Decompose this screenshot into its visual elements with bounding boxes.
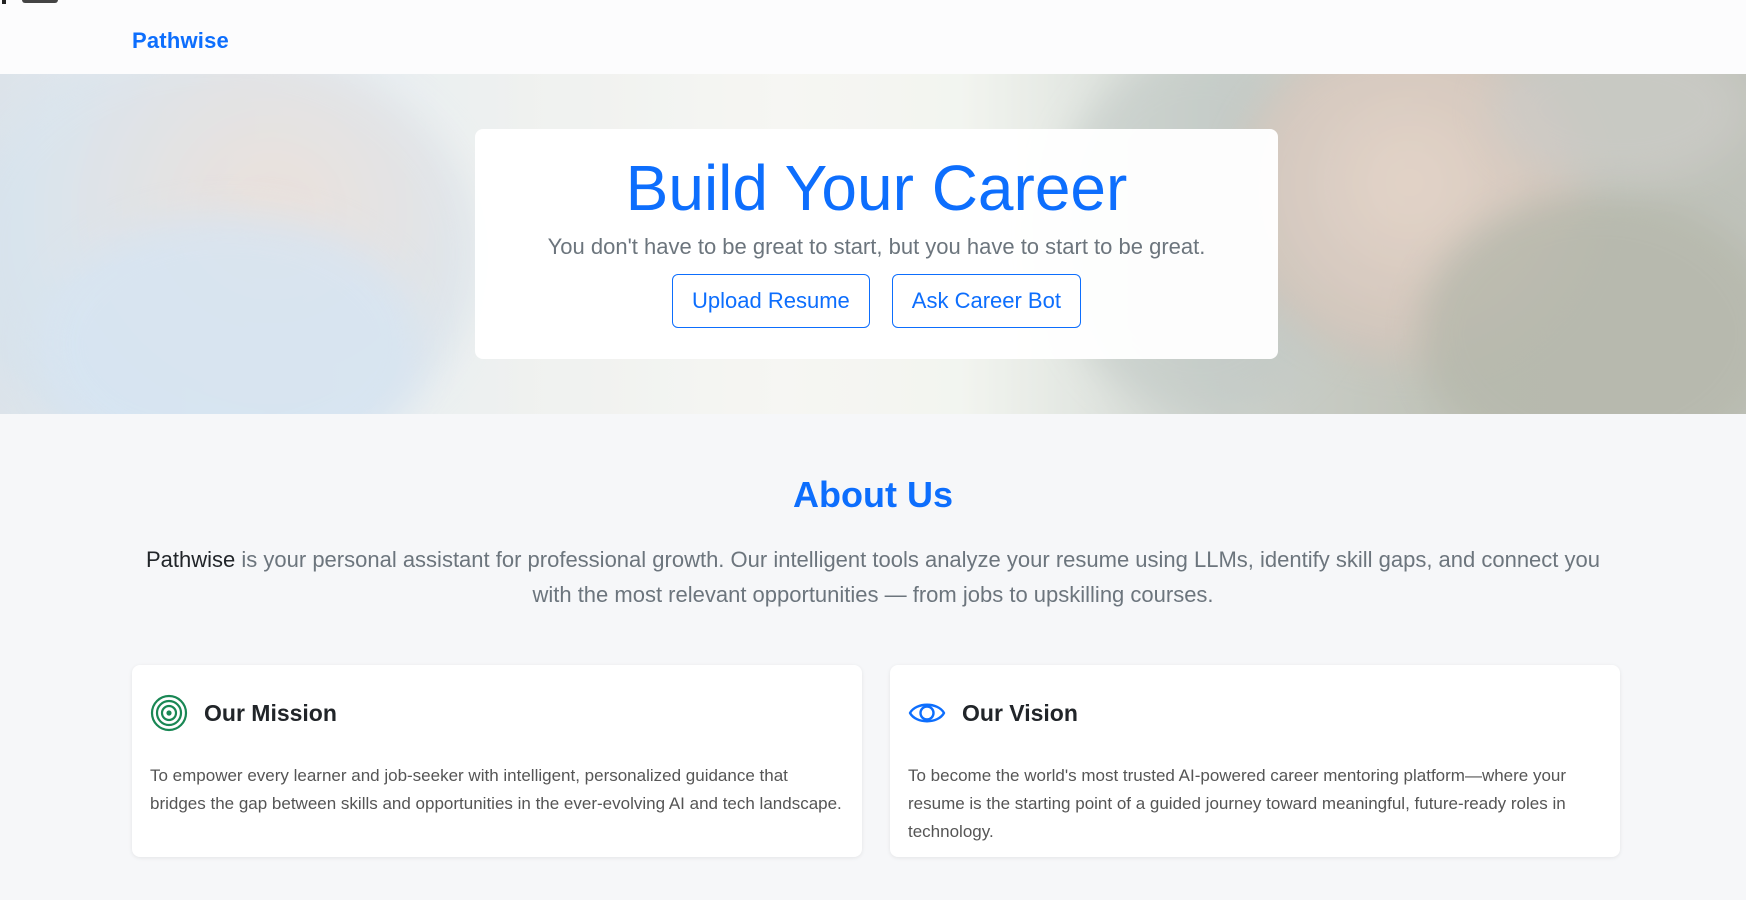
eye-icon [908,694,946,732]
target-icon [150,694,188,732]
vision-card: Our Vision To become the world's most tr… [890,665,1620,857]
ask-career-bot-button[interactable]: Ask Career Bot [891,274,1081,329]
about-title: About Us [793,474,953,515]
mission-card: Our Mission To empower every learner and… [132,665,862,857]
hero-subtitle: You don't have to be great to start, but… [547,234,1206,260]
about-section: About Us Pathwise is your personal assis… [0,414,1746,900]
mission-card-header: Our Mission [150,694,337,732]
navbar: Pathwise [0,0,1746,74]
vision-title: Our Vision [962,699,1078,726]
upload-resume-button[interactable]: Upload Resume [672,274,870,329]
about-brand: Pathwise [146,547,236,572]
hero-actions: Upload Resume Ask Career Bot [475,274,1278,329]
hero-section: Build Your Career You don't have to be g… [0,74,1746,414]
hero-title: Build Your Career [625,152,1128,224]
brand-logo-link[interactable]: Pathwise [132,28,229,54]
about-body: is your personal assistant for professio… [241,547,1600,607]
vision-card-header: Our Vision [908,694,1078,732]
hero-card: Build Your Career You don't have to be g… [475,129,1278,359]
about-description: Pathwise is your personal assistant for … [130,542,1616,612]
mission-title: Our Mission [204,699,337,726]
vision-text: To become the world's most trusted AI-po… [908,766,1567,841]
mission-text: To empower every learner and job-seeker … [150,766,842,813]
cropped-window-edge [0,0,60,4]
